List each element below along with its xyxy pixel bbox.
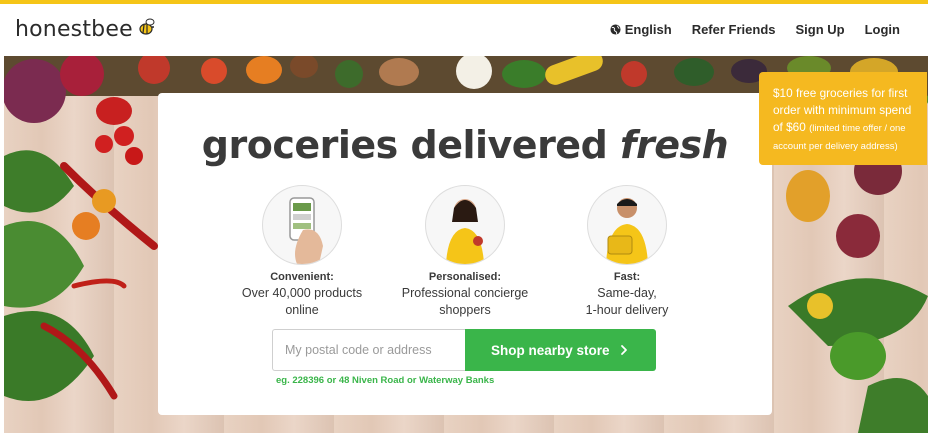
feature-desc-line2: online: [285, 303, 319, 317]
globe-icon: [610, 24, 621, 35]
feature-desc-line1: Over 40,000 products: [241, 286, 363, 300]
top-nav: English Refer Friends Sign Up Login: [610, 22, 900, 37]
hero-section: groceries delivered fresh Convenient: Ov…: [4, 56, 928, 433]
concierge-shopper-image: [425, 185, 505, 265]
site-header: honestbee English Refer Friends Sign Up …: [0, 4, 928, 55]
logo-text: honestbee: [15, 17, 133, 42]
logo[interactable]: honestbee: [15, 17, 157, 42]
feature-fast: Fast: Same-day, 1-hour delivery: [547, 185, 707, 319]
sign-up-link[interactable]: Sign Up: [796, 22, 845, 37]
delivery-shopper-image: [587, 185, 667, 265]
feature-convenient: Convenient: Over 40,000 products online: [222, 185, 382, 319]
feature-desc-line2: 1-hour delivery: [585, 303, 669, 317]
address-search-form: Shop nearby store: [272, 329, 656, 371]
headline-main: groceries delivered: [201, 123, 621, 167]
feature-title: Convenient:: [270, 271, 334, 283]
headline-emphasis: fresh: [620, 123, 729, 167]
feature-desc-line2: shoppers: [439, 303, 491, 317]
shop-button-label: Shop nearby store: [491, 342, 610, 358]
chevron-right-icon: [620, 345, 627, 355]
bee-logo-icon: [137, 17, 157, 42]
feature-personalised: Personalised: Professional concierge sho…: [385, 185, 545, 319]
language-label: English: [624, 22, 672, 37]
hero-card: groceries delivered fresh Convenient: Ov…: [158, 93, 772, 415]
shop-nearby-store-button[interactable]: Shop nearby store: [464, 329, 656, 371]
feature-title: Personalised:: [428, 271, 502, 283]
promo-banner[interactable]: $10 free groceries for first order with …: [759, 72, 927, 165]
language-selector[interactable]: English: [610, 22, 672, 37]
feature-desc-line1: Professional concierge: [401, 286, 529, 300]
hero-headline: groceries delivered fresh: [158, 123, 772, 167]
feature-desc-line1: Same-day,: [597, 286, 657, 300]
phone-in-hand-image: [262, 185, 342, 265]
postal-code-input[interactable]: [272, 329, 465, 371]
refer-friends-link[interactable]: Refer Friends: [692, 22, 776, 37]
login-link[interactable]: Login: [865, 22, 900, 37]
search-example-hint: eg. 228396 or 48 Niven Road or Waterway …: [276, 375, 495, 386]
feature-title: Fast:: [613, 271, 641, 283]
produce-background-left: [4, 56, 158, 401]
